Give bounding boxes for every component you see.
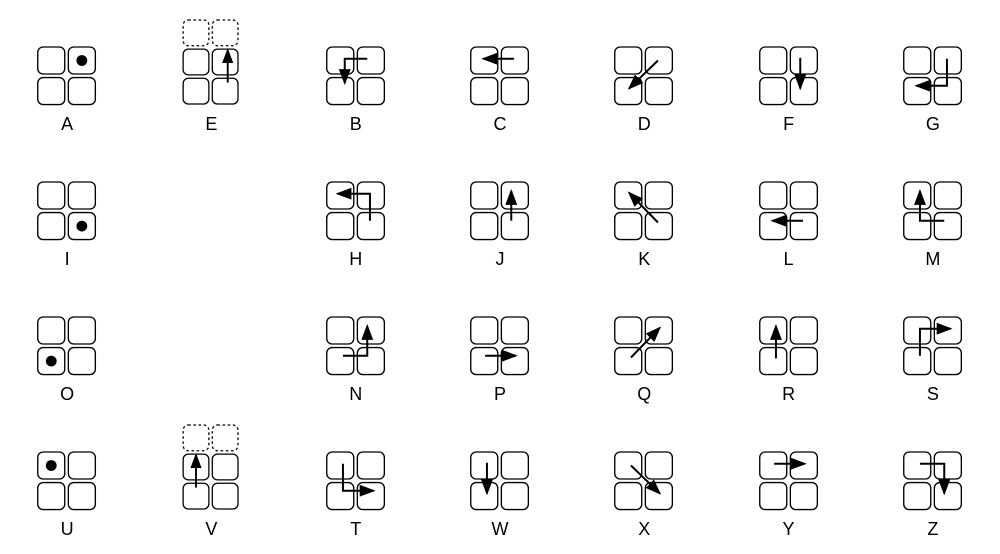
glyph-x: X [592,425,696,540]
glyph-label: E [205,114,217,135]
glyph-label: K [638,249,650,270]
glyph-label: J [495,249,504,270]
glyph-w: W [448,425,552,540]
glyph-a: A [15,20,119,135]
glyph-label: O [60,384,74,405]
glyph-l: L [736,155,840,270]
glyph-label: Y [783,519,795,540]
glyph-p: P [448,290,552,405]
glyph-q: Q [592,290,696,405]
glyph-o: O [15,290,119,405]
glyph-n: N [304,290,408,405]
glyph-label: L [784,249,794,270]
glyph-f: F [736,20,840,135]
glyph-g: G [881,20,985,135]
glyph-y: Y [736,425,840,540]
glyph-u: U [15,425,119,540]
glyph-label: Q [637,384,651,405]
glyph-r: R [736,290,840,405]
glyph-t: T [304,425,408,540]
glyph-label: S [927,384,939,405]
glyph-label: I [65,249,70,270]
glyph-i: I [15,155,119,270]
glyph-label: M [925,249,940,270]
glyph-label: H [349,249,362,270]
glyph-v: V [159,425,263,540]
glyph-label: A [61,114,73,135]
glyph-label: X [638,519,650,540]
glyph-j: J [448,155,552,270]
glyph-label: V [205,519,217,540]
glyph-h: H [304,155,408,270]
glyph-label: P [494,384,506,405]
glyph-d: D [592,20,696,135]
glyph-label: R [782,384,795,405]
glyph-k: K [592,155,696,270]
glyph-label: F [783,114,794,135]
glyph-label: C [493,114,506,135]
glyph-label: D [638,114,651,135]
glyph-m: M [881,155,985,270]
glyph-label: U [61,519,74,540]
glyph-label: T [350,519,361,540]
glyph-e: E [159,20,263,135]
glyph-label: Z [927,519,938,540]
glyph-label: B [350,114,362,135]
glyph-s: S [881,290,985,405]
glyph-z: Z [881,425,985,540]
glyph-grid: A E B C D F G I H J K L M O N P Q R S U V T W X Y Z [15,20,985,540]
glyph-c: C [448,20,552,135]
glyph-label: W [491,519,508,540]
glyph-b: B [304,20,408,135]
glyph-label: G [926,114,940,135]
glyph-label: N [349,384,362,405]
